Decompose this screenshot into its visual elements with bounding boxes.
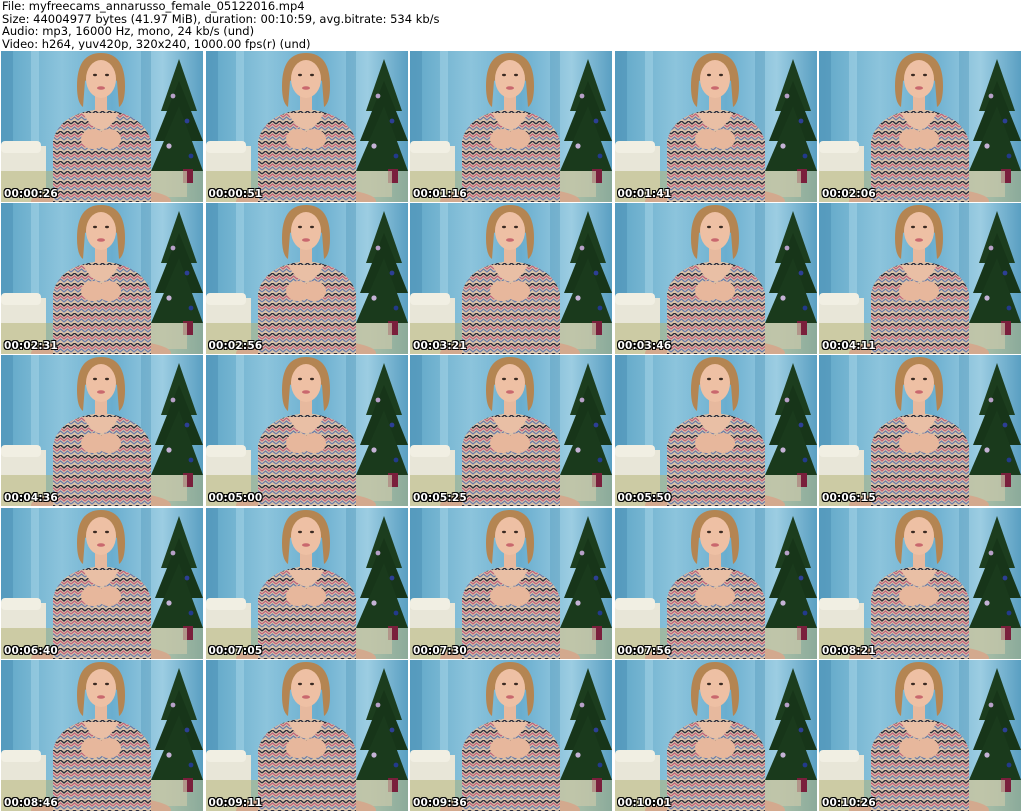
video-thumbnail: 00:01:16: [410, 51, 612, 202]
thumbnail-timestamp: 00:00:51: [208, 188, 263, 200]
thumbnail-timestamp: 00:10:26: [822, 796, 876, 809]
thumbnail-timestamp: 00:03:21: [413, 340, 467, 353]
video-thumbnail: 00:05:00: [205, 355, 408, 507]
thumbnail-frame-image: [1, 355, 203, 507]
video-thumbnail: 00:06:15: [819, 355, 1021, 507]
thumbnail-frame-image: [205, 659, 408, 811]
thumbnail-frame-image: [410, 355, 612, 507]
thumbnail-timestamp: 00:06:40: [4, 644, 58, 657]
video-thumbnail: 00:01:41: [614, 51, 817, 202]
video-thumbnail: 00:09:11: [205, 659, 408, 811]
thumbnail-frame-image: [205, 355, 408, 507]
thumbnail-frame-image: [614, 507, 817, 659]
thumbnail-frame-image: [819, 51, 1021, 202]
thumbnail-frame-image: [205, 507, 408, 659]
video-thumbnail: 00:08:46: [1, 659, 203, 811]
thumbnail-frame-image: [614, 355, 817, 507]
thumbnail-timestamp: 00:08:21: [822, 644, 876, 657]
thumbnail-timestamp: 00:02:56: [208, 340, 263, 353]
thumbnail-timestamp: 00:03:46: [617, 340, 672, 353]
video-thumbnail: 00:03:21: [410, 203, 612, 355]
video-thumbnail: 00:02:56: [205, 203, 408, 355]
thumbnail-frame-image: [614, 659, 817, 811]
thumbnail-timestamp: 00:01:16: [413, 188, 467, 200]
thumbnail-timestamp: 00:07:30: [413, 644, 467, 657]
thumbnail-frame-image: [819, 659, 1021, 811]
thumbnail-timestamp: 00:10:01: [617, 796, 672, 809]
thumbnail-frame-image: [205, 203, 408, 355]
thumbnail-frame-image: [410, 659, 612, 811]
file-name-line: File: myfreecams_annarusso_female_051220…: [2, 0, 305, 13]
video-thumbnail: 00:04:36: [1, 355, 203, 507]
video-thumbnail: 00:09:36: [410, 659, 612, 811]
video-thumbnail: 00:06:40: [1, 507, 203, 659]
video-thumbnail: 00:07:05: [205, 507, 408, 659]
thumbnail-grid: 00:00:26 00:00:51 00:01:16 00:01:41 00:0…: [0, 51, 1024, 811]
thumbnail-frame-image: [614, 203, 817, 355]
video-thumbnail: 00:07:30: [410, 507, 612, 659]
thumbnail-timestamp: 00:02:31: [4, 340, 58, 353]
thumbnail-timestamp: 00:05:25: [413, 492, 467, 505]
thumbnail-timestamp: 00:01:41: [617, 188, 672, 200]
thumbnail-frame-image: [205, 51, 408, 202]
thumbnail-timestamp: 00:04:11: [822, 340, 876, 353]
video-thumbnail: 00:04:11: [819, 203, 1021, 355]
thumbnail-frame-image: [1, 203, 203, 355]
video-thumbnail: 00:02:31: [1, 203, 203, 355]
thumbnail-frame-image: [410, 51, 612, 202]
thumbnail-timestamp: 00:06:15: [822, 492, 876, 505]
thumbnail-timestamp: 00:08:46: [4, 796, 58, 809]
video-thumbnail: 00:03:46: [614, 203, 817, 355]
thumbnail-timestamp: 00:05:50: [617, 492, 672, 505]
thumbnail-timestamp: 00:05:00: [208, 492, 263, 505]
video-thumbnail: 00:05:50: [614, 355, 817, 507]
thumbnail-frame-image: [614, 51, 817, 202]
thumbnail-frame-image: [1, 51, 203, 202]
thumbnail-timestamp: 00:09:36: [413, 796, 467, 809]
thumbnail-frame-image: [410, 507, 612, 659]
thumbnail-timestamp: 00:02:06: [822, 188, 876, 200]
thumbnail-frame-image: [410, 203, 612, 355]
video-info-line: Video: h264, yuv420p, 320x240, 1000.00 f…: [2, 36, 311, 50]
thumbnail-frame-image: [819, 203, 1021, 355]
thumbnail-timestamp: 00:04:36: [4, 492, 58, 505]
thumbnail-frame-image: [819, 355, 1021, 507]
thumbnail-timestamp: 00:00:26: [4, 188, 58, 200]
video-thumbnail: 00:08:21: [819, 507, 1021, 659]
video-thumbnail: 00:05:25: [410, 355, 612, 507]
video-thumbnail: 00:00:51: [205, 51, 408, 202]
video-thumbnail: 00:00:26: [1, 51, 203, 202]
thumbnail-frame-image: [1, 507, 203, 659]
video-thumbnail: 00:10:01: [614, 659, 817, 811]
video-thumbnail: 00:02:06: [819, 51, 1021, 202]
thumbnail-timestamp: 00:09:11: [208, 796, 263, 809]
thumbnail-timestamp: 00:07:05: [208, 644, 263, 657]
video-thumbnail: 00:10:26: [819, 659, 1021, 811]
thumbnail-timestamp: 00:07:56: [617, 644, 672, 657]
file-info-header: File: myfreecams_annarusso_female_051220…: [2, 0, 1022, 50]
audio-info-line: Audio: mp3, 16000 Hz, mono, 24 kb/s (und…: [2, 24, 255, 38]
thumbnail-frame-image: [819, 507, 1021, 659]
video-thumbnail: 00:07:56: [614, 507, 817, 659]
thumbnail-frame-image: [1, 659, 203, 811]
